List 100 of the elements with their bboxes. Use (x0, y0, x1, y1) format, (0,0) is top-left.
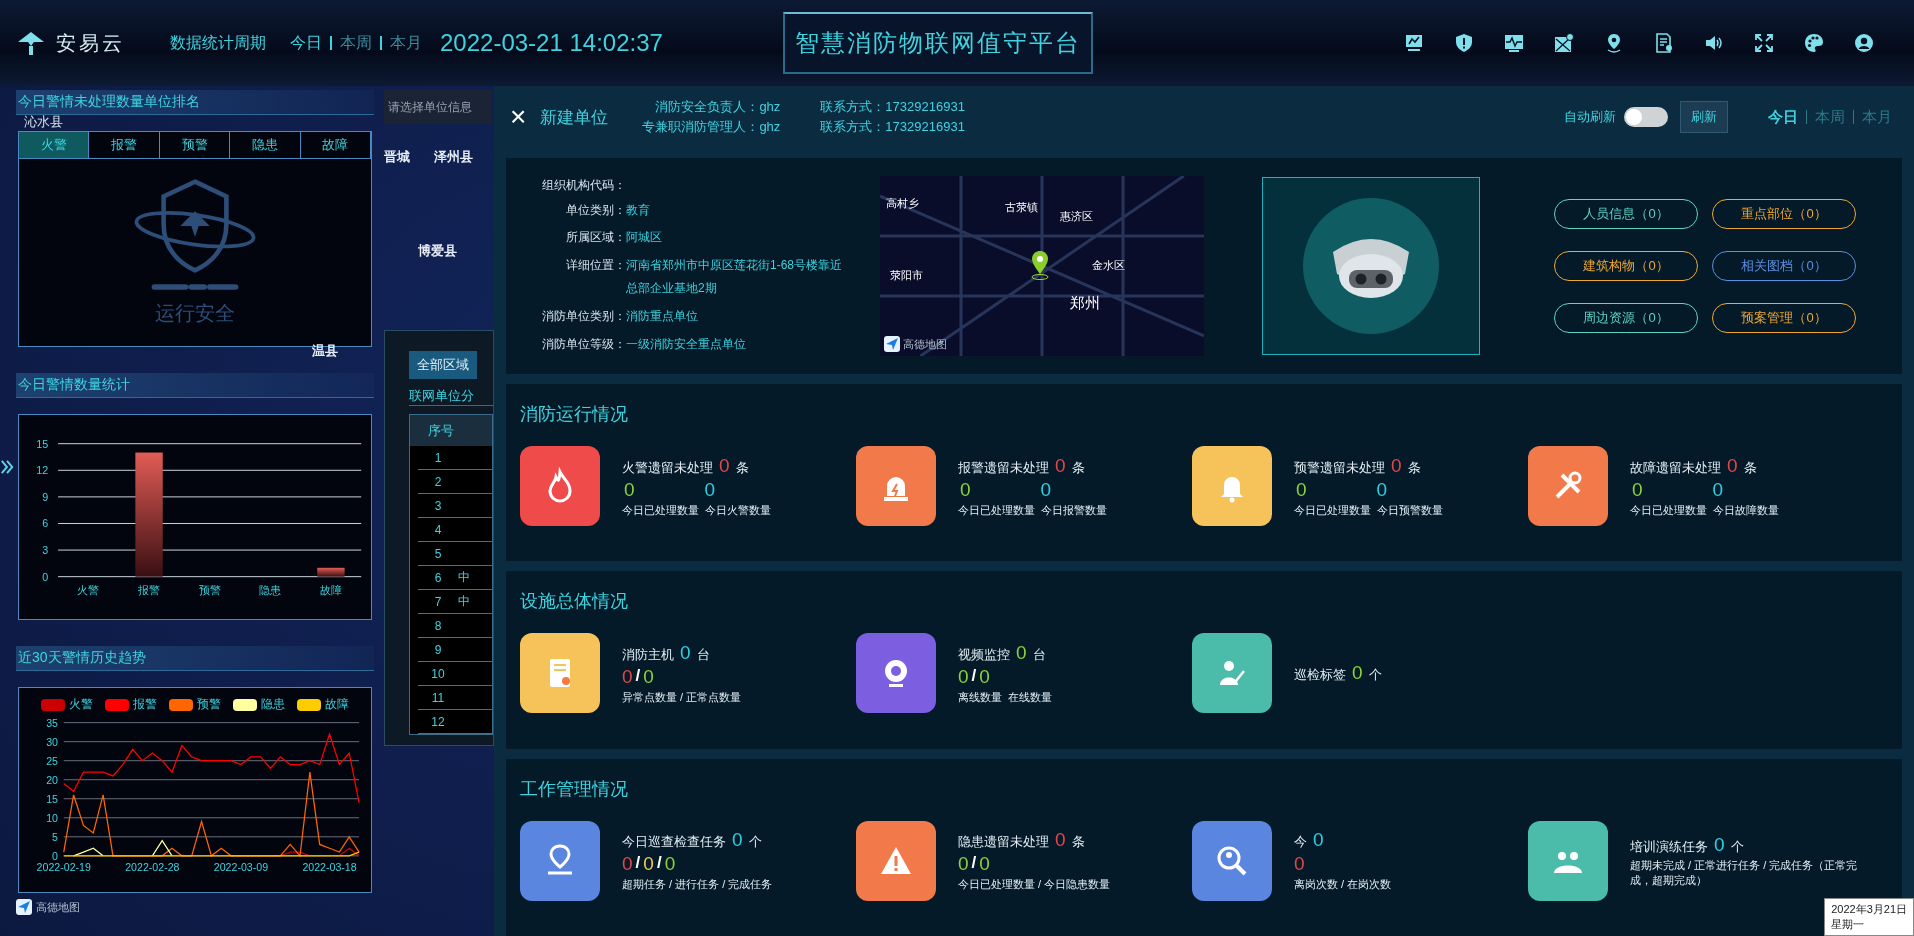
table-cell-text: 3 (433, 498, 443, 513)
alarm-type-tab[interactable]: 故障 (300, 132, 372, 159)
table-cell-text: 5 (433, 546, 443, 561)
stat-count: 0 (1352, 662, 1363, 685)
date-time: 2022-03-21 14:02:37 (440, 29, 663, 57)
axis-tick-label: 0 (42, 570, 49, 583)
monitor-icon[interactable] (1404, 33, 1424, 53)
stat-unit: 个 (1730, 837, 1744, 856)
table-cell-text: 6 (433, 570, 443, 585)
alarm-type-tab[interactable]: 火警 (19, 132, 90, 159)
period-tab[interactable]: 本月 (390, 32, 422, 54)
stat-unit: 个 (748, 833, 762, 852)
document-icon[interactable] (1654, 33, 1674, 53)
refresh-button[interactable]: 刷新 (1680, 101, 1728, 133)
field-label: 消防单位等级： (541, 335, 626, 353)
stat-unit: 条 (1071, 458, 1085, 477)
stat-label: 今 (1294, 833, 1307, 852)
pulse-icon[interactable] (1504, 33, 1524, 53)
stat-unit: 条 (1071, 833, 1085, 852)
axis-tick-label: 20 (46, 773, 58, 786)
stat-label: 隐患遗留未处理 (958, 833, 1049, 852)
user-icon[interactable] (1854, 33, 1874, 53)
palette-icon[interactable] (1804, 33, 1824, 53)
region-button[interactable]: 全部区域 (409, 351, 477, 379)
stat-count: 0 (680, 641, 691, 664)
stat-caption: 异常点数量 / 正常点数量 (622, 689, 742, 705)
period-tab[interactable]: 今日 (290, 32, 322, 54)
stat-unit: 条 (735, 458, 749, 477)
map-label: 博爱县 (418, 242, 457, 260)
legend-label: 预警 (197, 696, 221, 713)
stat-unit: 台 (696, 645, 710, 664)
field-value: 消防重点单位 (626, 307, 699, 325)
stat-value: 0 (1376, 478, 1388, 501)
panel-title: 今日警情未处理数量单位排名 (16, 90, 374, 115)
stat-value: 0 (704, 478, 716, 501)
stat-count: 0 (1055, 829, 1066, 852)
stat-value: / (656, 853, 662, 875)
empty-state-text: 运行安全 (155, 301, 235, 326)
stat-label: 故障遗留未处理 (1630, 458, 1721, 477)
axis-tick-label: 2022-03-18 (302, 861, 357, 874)
stat-label: 消防主机 (622, 645, 674, 664)
toggle-switch[interactable] (1624, 107, 1668, 127)
stat-unit: 条 (1407, 458, 1421, 477)
stat-value: 0 (1294, 853, 1305, 876)
stat-caption: 今日火警数量 (705, 502, 771, 518)
axis-tick-label: 5 (52, 830, 58, 843)
axis-tick-label: 15 (36, 437, 49, 450)
section-title: 工作管理情况 (520, 777, 629, 801)
stat-label: 预警遗留未处理 (1294, 458, 1385, 477)
location-pin-icon (1030, 250, 1050, 280)
alarm-type-tab[interactable]: 隐患 (230, 132, 301, 159)
stat-value: / (635, 665, 641, 687)
stat-caption: 今日已处理数量 / 今日隐患数量 (958, 877, 1111, 893)
map-icon[interactable] (1554, 33, 1574, 53)
stat-unit: 台 (1032, 645, 1046, 664)
stat-value: / (971, 853, 977, 875)
platform-title: 智慧消防物联网值守平台 (782, 12, 1093, 74)
axis-category-label: 报警 (138, 584, 161, 597)
axis-category-label: 故障 (319, 584, 342, 597)
stat-label: 培训演练任务 (1630, 837, 1708, 856)
map-label: 金水区 (1092, 258, 1125, 273)
alarm-type-tab[interactable]: 报警 (89, 132, 160, 159)
fullscreen-icon[interactable] (1754, 33, 1774, 53)
alarm-type-tab[interactable]: 预警 (159, 132, 231, 159)
legend-label: 故障 (325, 696, 349, 713)
map-label: 荥阳市 (890, 268, 923, 283)
stat-caption: 离岗次数 / 在岗次数 (1294, 877, 1392, 893)
search-field[interactable]: 请选择单位信息 (384, 90, 492, 124)
stat-caption: 离线数量 (958, 689, 1002, 705)
stat-caption: 今日报警数量 (1041, 502, 1107, 518)
period-tab[interactable]: 今日 (1768, 107, 1798, 127)
close-button[interactable]: × (506, 103, 531, 131)
shield-icon[interactable] (1454, 33, 1474, 53)
table-cell-text: 10 (430, 666, 446, 681)
speaker-icon[interactable] (1704, 33, 1724, 53)
stat-label: 火警遗留未处理 (622, 458, 713, 477)
stat-value: / (635, 853, 641, 875)
stat-value: 0 (1296, 478, 1307, 501)
stat-caption: 今日已处理数量 (622, 502, 699, 518)
axis-tick-label: 30 (46, 735, 58, 748)
table-cell-text: 1 (433, 450, 443, 465)
stat-count: 0 (1391, 454, 1402, 477)
axis-tick-label: 2022-02-28 (125, 861, 180, 874)
field-label: 消防单位类别： (541, 307, 626, 325)
field-label: 所属区域： (565, 229, 626, 247)
stat-value: 0 (622, 665, 633, 688)
map-label: 晋城 (384, 148, 410, 166)
axis-category-label: 隐患 (259, 584, 282, 597)
field-value: 阿城区 (626, 229, 663, 247)
period-tab[interactable]: 本周 (340, 32, 372, 54)
map-attribution: 高德地图 (36, 899, 80, 915)
tooltip-text: 2022年3月21日 (1831, 902, 1907, 917)
stat-value: 0 (979, 665, 990, 688)
axis-tick-label: 6 (42, 517, 49, 530)
panel-title: 今日警情数量统计 (16, 373, 374, 398)
stat-count: 0 (1016, 641, 1027, 664)
field-label: 详细位置： (565, 257, 626, 275)
stat-value: / (971, 665, 977, 687)
map-label: 泽州县 (434, 148, 473, 166)
stat-caption: 超期任务 / 进行任务 / 完成任务 (622, 877, 773, 893)
